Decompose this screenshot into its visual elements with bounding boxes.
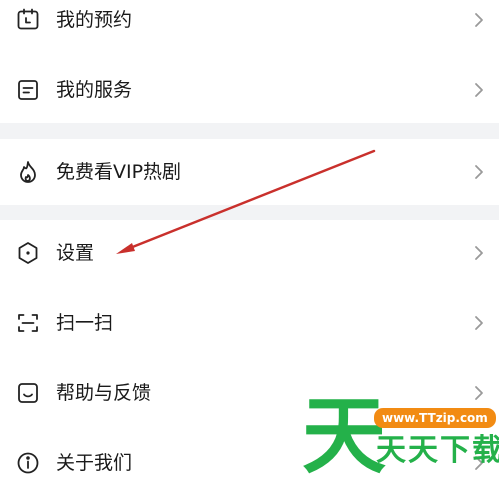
menu-label: 设置 [56, 242, 95, 264]
menu-item-settings[interactable]: 设置 [0, 220, 499, 286]
section-divider [0, 123, 499, 139]
flame-icon [15, 159, 41, 185]
menu-item-my-services[interactable]: 我的服务 [0, 57, 499, 123]
menu-label: 我的预约 [56, 9, 133, 31]
calendar-icon [15, 7, 41, 33]
hexagon-settings-icon [15, 240, 41, 266]
menu-item-scan[interactable]: 扫一扫 [0, 290, 499, 356]
menu-item-free-vip-dramas[interactable]: 免费看VIP热剧 [0, 139, 499, 205]
menu-label: 我的服务 [56, 79, 133, 101]
chevron-right-icon [473, 11, 485, 29]
chevron-right-icon [473, 454, 485, 472]
menu-label: 关于我们 [56, 452, 133, 474]
message-icon [15, 380, 41, 406]
menu-item-about-us[interactable]: 关于我们 [0, 430, 499, 496]
menu-label: 免费看VIP热剧 [56, 161, 182, 183]
menu-item-my-reservations[interactable]: 我的预约 [0, 0, 499, 53]
chevron-right-icon [473, 384, 485, 402]
info-icon [15, 450, 41, 476]
chevron-right-icon [473, 163, 485, 181]
chevron-right-icon [473, 81, 485, 99]
scan-icon [15, 310, 41, 336]
chevron-right-icon [473, 314, 485, 332]
menu-label: 帮助与反馈 [56, 382, 152, 404]
section-divider [0, 205, 499, 220]
chevron-right-icon [473, 244, 485, 262]
menu-label: 扫一扫 [56, 312, 114, 334]
document-icon [15, 77, 41, 103]
menu-item-help-feedback[interactable]: 帮助与反馈 [0, 360, 499, 426]
